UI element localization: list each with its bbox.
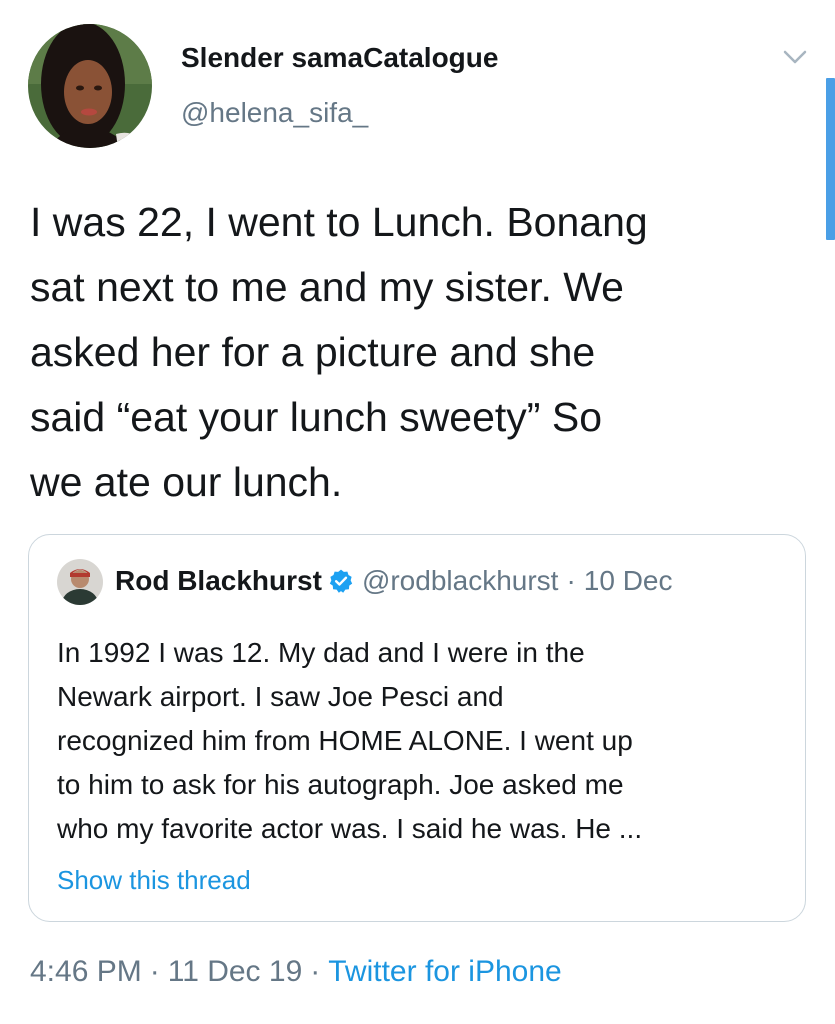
- tweet-text: I was 22, I went to Lunch. Bonang sat ne…: [30, 199, 648, 505]
- quoted-tweet-text: In 1992 I was 12. My dad and I were in t…: [57, 637, 643, 844]
- verified-badge-icon: [329, 569, 353, 593]
- author-display-name[interactable]: Slender samaCatalogue: [181, 42, 498, 74]
- separator-dot: ·: [149, 955, 160, 988]
- quoted-tweet-card[interactable]: Rod Blackhurst @rodblackhurst · 10 Dec I…: [28, 534, 806, 922]
- tweet-source-link[interactable]: Twitter for iPhone: [328, 955, 561, 988]
- quoted-tweet-header: Rod Blackhurst @rodblackhurst · 10 Dec: [115, 565, 673, 597]
- quoted-author-avatar[interactable]: [57, 559, 103, 605]
- tweet-time[interactable]: 4:46 PM: [30, 955, 142, 988]
- chevron-down-icon[interactable]: [781, 47, 809, 67]
- show-thread-link[interactable]: Show this thread: [57, 865, 251, 896]
- avatar-photo-icon: [28, 24, 152, 148]
- quoted-tweet-date[interactable]: 10 Dec: [584, 565, 673, 597]
- scrollbar[interactable]: [826, 78, 835, 240]
- author-avatar[interactable]: [28, 24, 152, 148]
- quoted-author-handle[interactable]: @rodblackhurst: [362, 565, 559, 597]
- separator-dot: ·: [566, 565, 576, 596]
- quoted-author-name[interactable]: Rod Blackhurst: [115, 565, 322, 597]
- avatar-photo-icon: [57, 559, 103, 605]
- tweet-date[interactable]: 11 Dec 19: [168, 955, 303, 988]
- separator-dot: ·: [310, 955, 321, 988]
- author-handle[interactable]: @helena_sifa_: [181, 97, 368, 129]
- tweet-meta: 4:46 PM · 11 Dec 19 · Twitter for iPhone: [30, 955, 562, 989]
